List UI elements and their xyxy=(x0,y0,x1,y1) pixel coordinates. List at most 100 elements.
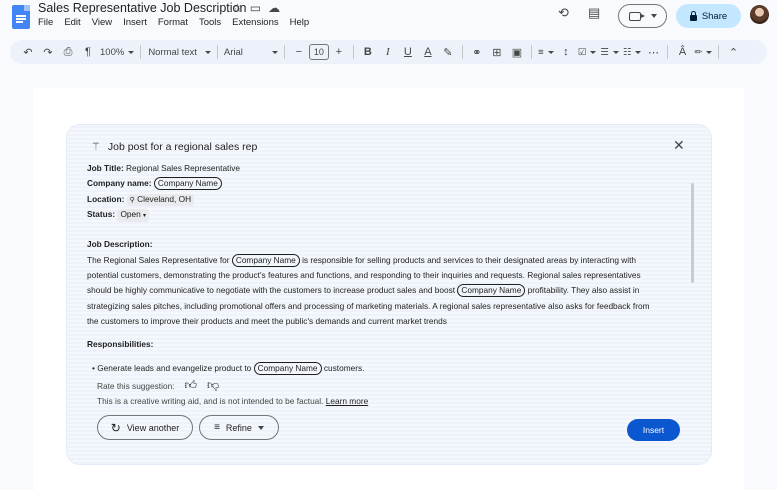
line-spacing-icon[interactable]: ↕ xyxy=(558,42,574,62)
video-camera-icon xyxy=(628,11,645,21)
italic-icon[interactable]: I xyxy=(380,42,396,62)
location-value: Cleveland, OH xyxy=(137,193,192,204)
thumbs-up-icon[interactable]: 👍︎ xyxy=(184,378,197,393)
desc-line-1b: is responsible for selling products and … xyxy=(302,254,636,265)
bulleted-list-dropdown[interactable]: ☰ xyxy=(600,42,619,62)
cloud-status-icon[interactable]: ☁ xyxy=(268,1,280,15)
desc-line-3b: profitability. They also assist in xyxy=(527,285,640,296)
close-icon[interactable]: ✕ xyxy=(673,137,685,154)
company-name-chip[interactable]: Company Name xyxy=(153,177,222,191)
star-icon[interactable]: ☆ xyxy=(232,1,243,15)
checklist-dropdown[interactable]: ☑ xyxy=(578,42,597,62)
spelling-check-icon[interactable]: Â xyxy=(674,42,690,62)
style-dropdown[interactable]: Normal text xyxy=(148,42,211,62)
bullet-dot: • xyxy=(92,362,95,373)
move-folder-icon[interactable]: ▭ xyxy=(250,1,261,15)
avatar[interactable] xyxy=(750,5,769,24)
font-dropdown[interactable]: Arial xyxy=(224,42,278,62)
title-bar: Sales Representative Job Description ☆ ▭… xyxy=(0,0,777,38)
print-icon[interactable]: ⎙ xyxy=(60,42,76,62)
desc-line-5: the customers to improve their products … xyxy=(87,315,447,326)
align-dropdown[interactable]: ≡ xyxy=(538,42,554,62)
divider xyxy=(140,45,142,59)
chevron-down-icon xyxy=(706,50,713,54)
divider xyxy=(667,45,669,59)
help-me-write-panel: ⚚ Job post for a regional sales rep ✕ Jo… xyxy=(66,124,712,465)
refresh-icon: ↻ xyxy=(110,420,121,435)
comments-icon[interactable]: ▤ xyxy=(588,5,600,21)
refine-button[interactable]: ≡ Refine xyxy=(199,415,279,440)
menu-view[interactable]: View xyxy=(92,17,112,28)
underline-icon[interactable]: U xyxy=(400,42,416,62)
suggestion-content: Job Title: Regional Sales Representative… xyxy=(87,161,677,376)
status-dropdown-chip[interactable]: Open ▾ xyxy=(117,208,150,222)
align-left-icon: ≡ xyxy=(538,46,544,58)
company-name-chip[interactable]: Company Name xyxy=(457,284,526,298)
document-title[interactable]: Sales Representative Job Description xyxy=(38,1,246,15)
insert-button[interactable]: Insert xyxy=(627,419,680,441)
redo-icon[interactable]: ↷ xyxy=(40,42,56,62)
learn-more-link[interactable]: Learn more xyxy=(326,396,368,406)
menu-file[interactable]: File xyxy=(38,17,53,28)
resp-line-1b: customers. xyxy=(323,362,365,373)
numbered-list-dropdown[interactable]: ☷ xyxy=(623,42,642,62)
rate-suggestion: Rate this suggestion: 👍︎ 👎︎ xyxy=(97,378,219,393)
more-options-icon[interactable]: ⋯ xyxy=(645,42,661,62)
image-icon[interactable]: ▣ xyxy=(509,42,525,62)
lock-icon xyxy=(689,10,697,21)
location-label: Location: xyxy=(87,193,125,204)
divider xyxy=(283,45,285,59)
company-label: Company name: xyxy=(87,178,152,189)
divider xyxy=(530,45,532,59)
menu-help[interactable]: Help xyxy=(290,17,310,28)
location-chip[interactable]: ⚲ Cleveland, OH xyxy=(126,193,195,206)
menu-insert[interactable]: Insert xyxy=(123,17,147,28)
divider xyxy=(352,45,354,59)
refine-label: Refine xyxy=(225,422,252,433)
chevron-down-icon xyxy=(128,50,135,54)
bold-icon[interactable]: B xyxy=(360,42,376,62)
chevron-down-icon xyxy=(590,50,597,54)
company-name-chip[interactable]: Company Name xyxy=(253,361,322,375)
description-label: Job Description: xyxy=(87,239,153,250)
menu-edit[interactable]: Edit xyxy=(64,17,80,28)
menu-format[interactable]: Format xyxy=(158,17,188,28)
chevron-down-icon xyxy=(257,425,264,430)
status-value: Open xyxy=(120,208,141,219)
paint-format-icon[interactable]: ¶ xyxy=(80,42,96,62)
link-icon[interactable]: ⚭ xyxy=(469,42,485,62)
thumbs-down-icon[interactable]: 👎︎ xyxy=(207,378,219,393)
increase-font-size-icon[interactable]: + xyxy=(331,42,347,62)
company-name-chip[interactable]: Company Name xyxy=(231,253,300,267)
zoom-dropdown[interactable]: 100% xyxy=(100,42,135,62)
scrollbar[interactable] xyxy=(691,183,694,283)
view-another-label: View another xyxy=(126,422,180,433)
menu-bar: File Edit View Insert Format Tools Exten… xyxy=(38,17,309,28)
chevron-down-icon xyxy=(612,50,619,54)
desc-line-3a: should be highly communicative to negoti… xyxy=(87,285,456,296)
editing-mode-dropdown[interactable]: ✏ xyxy=(694,42,713,62)
add-comment-icon[interactable]: ⊞ xyxy=(489,42,505,62)
undo-icon[interactable]: ↶ xyxy=(20,42,36,62)
docs-logo-icon[interactable] xyxy=(12,5,30,29)
style-value: Normal text xyxy=(148,46,197,58)
collapse-menus-icon[interactable]: ⌃ xyxy=(725,42,741,62)
panel-title: Job post for a regional sales rep xyxy=(107,140,258,153)
view-another-button[interactable]: ↻ View another xyxy=(97,415,193,440)
text-color-icon[interactable]: A xyxy=(420,42,436,62)
highlight-icon[interactable]: ✎ xyxy=(440,42,456,62)
rate-label: Rate this suggestion: xyxy=(97,380,175,391)
version-history-icon[interactable]: ⟲ xyxy=(558,5,569,21)
decrease-font-size-icon[interactable]: − xyxy=(291,42,307,62)
menu-extensions[interactable]: Extensions xyxy=(232,17,278,28)
zoom-value: 100% xyxy=(100,46,125,58)
menu-tools[interactable]: Tools xyxy=(199,17,221,28)
divider xyxy=(718,45,720,59)
font-size-input[interactable]: 10 xyxy=(308,44,329,60)
checklist-icon: ☑ xyxy=(577,46,587,58)
filter-icon: ≡ xyxy=(214,422,220,433)
desc-line-1a: The Regional Sales Representative for xyxy=(87,254,230,265)
meet-button[interactable] xyxy=(618,4,667,28)
share-button[interactable]: Share xyxy=(676,4,741,28)
chevron-down-icon xyxy=(635,50,642,54)
